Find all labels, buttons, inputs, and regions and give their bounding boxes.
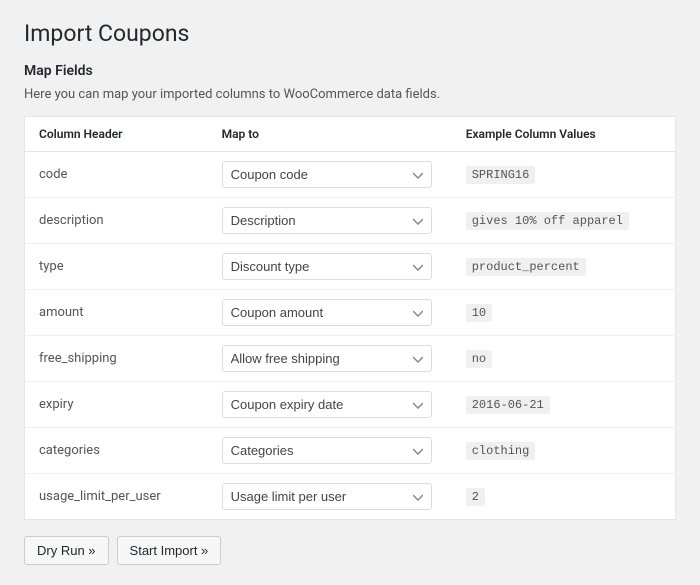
column-header-cell: expiry <box>25 382 208 428</box>
example-value-badge: no <box>466 350 492 368</box>
col-header-mapto: Map to <box>208 117 452 152</box>
map-to-select[interactable]: Coupon codeDescriptionDiscount typeCoupo… <box>222 391 432 418</box>
column-header-cell: categories <box>25 428 208 474</box>
example-value-cell: clothing <box>452 428 676 474</box>
page-title: Import Coupons <box>24 20 676 47</box>
table-row: free_shipping Coupon codeDescriptionDisco… <box>25 336 676 382</box>
column-header-cell: code <box>25 152 208 198</box>
table-row: expiry Coupon codeDescriptionDiscount typ… <box>25 382 676 428</box>
map-to-select[interactable]: Coupon codeDescriptionDiscount typeCoupo… <box>222 161 432 188</box>
col-header-column: Column Header <box>25 117 208 152</box>
example-value-cell: product_percent <box>452 244 676 290</box>
table-row: categories Coupon codeDescriptionDiscount… <box>25 428 676 474</box>
table-row: usage_limit_per_user Coupon codeDescripti… <box>25 474 676 520</box>
map-to-cell: Coupon codeDescriptionDiscount typeCoupo… <box>208 382 452 428</box>
dry-run-button[interactable]: Dry Run » <box>24 536 109 565</box>
table-row: type Coupon codeDescriptionDiscount typeC… <box>25 244 676 290</box>
action-buttons: Dry Run » Start Import » <box>24 536 676 565</box>
map-to-cell: Coupon codeDescriptionDiscount typeCoupo… <box>208 428 452 474</box>
map-to-select[interactable]: Coupon codeDescriptionDiscount typeCoupo… <box>222 437 432 464</box>
start-import-button[interactable]: Start Import » <box>117 536 222 565</box>
example-value-cell: gives 10% off apparel <box>452 198 676 244</box>
map-to-select[interactable]: Coupon codeDescriptionDiscount typeCoupo… <box>222 299 432 326</box>
table-row: amount Coupon codeDescriptionDiscount typ… <box>25 290 676 336</box>
description-text: Here you can map your imported columns t… <box>24 87 676 102</box>
table-row: description Coupon codeDescriptionDiscoun… <box>25 198 676 244</box>
section-title: Map Fields <box>24 63 676 79</box>
column-header-cell: type <box>25 244 208 290</box>
column-header-cell: usage_limit_per_user <box>25 474 208 520</box>
example-value-cell: 2 <box>452 474 676 520</box>
map-fields-table: Column Header Map to Example Column Valu… <box>24 116 676 520</box>
example-value-badge: clothing <box>466 442 536 460</box>
map-to-select[interactable]: Coupon codeDescriptionDiscount typeCoupo… <box>222 483 432 510</box>
map-to-cell: Coupon codeDescriptionDiscount typeCoupo… <box>208 336 452 382</box>
example-value-badge: 2016-06-21 <box>466 396 550 414</box>
map-to-cell: Coupon codeDescriptionDiscount typeCoupo… <box>208 290 452 336</box>
column-header-cell: amount <box>25 290 208 336</box>
example-value-badge: 2 <box>466 488 485 506</box>
column-header-cell: free_shipping <box>25 336 208 382</box>
map-to-select[interactable]: Coupon codeDescriptionDiscount typeCoupo… <box>222 345 432 372</box>
map-to-cell: Coupon codeDescriptionDiscount typeCoupo… <box>208 152 452 198</box>
example-value-badge: gives 10% off apparel <box>466 212 629 230</box>
table-row: code Coupon codeDescriptionDiscount typeC… <box>25 152 676 198</box>
example-value-cell: 2016-06-21 <box>452 382 676 428</box>
example-value-cell: SPRING16 <box>452 152 676 198</box>
col-header-example: Example Column Values <box>452 117 676 152</box>
example-value-badge: SPRING16 <box>466 166 536 184</box>
map-to-select[interactable]: Coupon codeDescriptionDiscount typeCoupo… <box>222 253 432 280</box>
example-value-badge: product_percent <box>466 258 586 276</box>
map-to-cell: Coupon codeDescriptionDiscount typeCoupo… <box>208 474 452 520</box>
example-value-cell: 10 <box>452 290 676 336</box>
map-to-cell: Coupon codeDescriptionDiscount typeCoupo… <box>208 198 452 244</box>
example-value-badge: 10 <box>466 304 492 322</box>
map-to-cell: Coupon codeDescriptionDiscount typeCoupo… <box>208 244 452 290</box>
map-to-select[interactable]: Coupon codeDescriptionDiscount typeCoupo… <box>222 207 432 234</box>
example-value-cell: no <box>452 336 676 382</box>
column-header-cell: description <box>25 198 208 244</box>
